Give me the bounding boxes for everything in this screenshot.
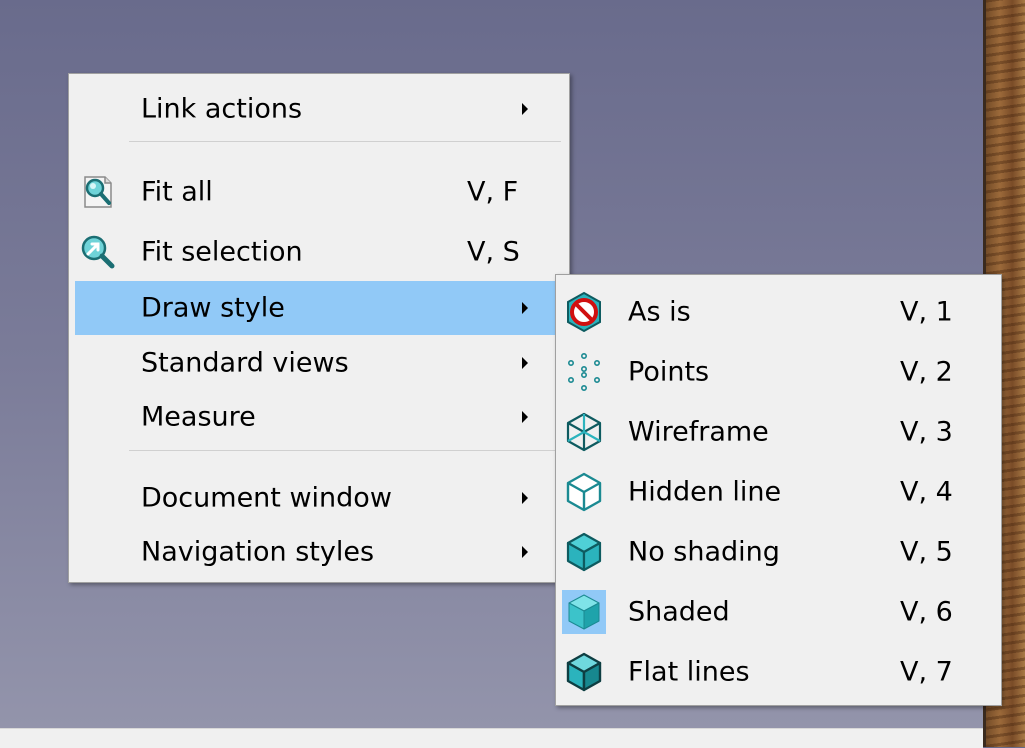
menu-item-label: Hidden line	[628, 476, 782, 508]
menu-item-label: Draw style	[141, 292, 285, 324]
menu-item-label: Standard views	[141, 347, 349, 379]
menu-item-wireframe[interactable]: Wireframe V, 3	[556, 402, 1001, 462]
menu-item-hidden-line[interactable]: Hidden line V, 4	[556, 462, 1001, 522]
submenu-arrow-icon	[522, 357, 528, 369]
menu-item-label: Navigation styles	[141, 536, 375, 568]
menu-item-label: Points	[628, 356, 710, 388]
wireframe-icon	[566, 412, 602, 452]
shortcut-text: V, 4	[900, 476, 953, 508]
menu-item-no-shading[interactable]: No shading V, 5	[556, 522, 1001, 582]
submenu-arrow-icon	[522, 546, 528, 558]
menu-item-document-window[interactable]: Document window	[75, 471, 563, 525]
menu-item-fit-all[interactable]: Fit all V, F	[75, 165, 563, 219]
context-menu: Link actions Fit all V, F Fit selection …	[68, 73, 570, 583]
menu-item-as-is[interactable]: As is V, 1	[556, 282, 1001, 342]
menu-item-measure[interactable]: Measure	[75, 390, 563, 444]
shortcut-text: V, S	[467, 236, 520, 268]
status-bar	[0, 728, 983, 748]
menu-item-label: Measure	[141, 401, 256, 433]
menu-item-draw-style[interactable]: Draw style	[75, 281, 563, 335]
shortcut-text: V, 7	[900, 656, 953, 688]
menu-item-navigation-styles[interactable]: Navigation styles	[75, 525, 563, 579]
menu-item-label: As is	[628, 296, 691, 328]
as-is-icon	[567, 291, 601, 333]
flat-lines-icon	[566, 652, 602, 692]
menu-separator	[129, 141, 561, 142]
hidden-line-icon	[566, 472, 602, 512]
menu-item-fit-selection[interactable]: Fit selection V, S	[75, 225, 563, 279]
shortcut-text: V, 1	[900, 296, 953, 328]
submenu-arrow-icon	[522, 411, 528, 423]
menu-item-label: Fit selection	[141, 236, 303, 268]
shaded-icon	[562, 590, 606, 634]
shortcut-text: V, 2	[900, 356, 953, 388]
menu-item-link-actions[interactable]: Link actions	[75, 82, 563, 136]
menu-item-points[interactable]: Points V, 2	[556, 342, 1001, 402]
fit-selection-icon	[81, 235, 115, 269]
menu-item-standard-views[interactable]: Standard views	[75, 336, 563, 390]
submenu-arrow-icon	[522, 302, 528, 314]
menu-item-label: Link actions	[141, 93, 303, 125]
submenu-arrow-icon	[522, 492, 528, 504]
shortcut-text: V, 5	[900, 536, 953, 568]
shortcut-text: V, 3	[900, 416, 953, 448]
submenu-arrow-icon	[522, 103, 528, 115]
menu-item-label: Wireframe	[628, 416, 769, 448]
points-icon	[568, 352, 600, 391]
menu-separator	[129, 450, 561, 451]
menu-item-label: Shaded	[628, 596, 730, 628]
menu-item-label: Document window	[141, 482, 392, 514]
menu-item-label: Fit all	[141, 176, 213, 208]
shortcut-text: V, 6	[900, 596, 953, 628]
shortcut-text: V, F	[467, 176, 519, 208]
menu-item-flat-lines[interactable]: Flat lines V, 7	[556, 642, 1001, 702]
menu-item-shaded[interactable]: Shaded V, 6	[556, 582, 1001, 642]
fit-all-icon	[84, 176, 112, 208]
draw-style-submenu: As is V, 1 Points V, 2 Wireframe V, 3 Hi…	[555, 274, 1002, 706]
menu-item-label: Flat lines	[628, 656, 750, 688]
no-shading-icon	[566, 532, 602, 572]
menu-item-label: No shading	[628, 536, 780, 568]
